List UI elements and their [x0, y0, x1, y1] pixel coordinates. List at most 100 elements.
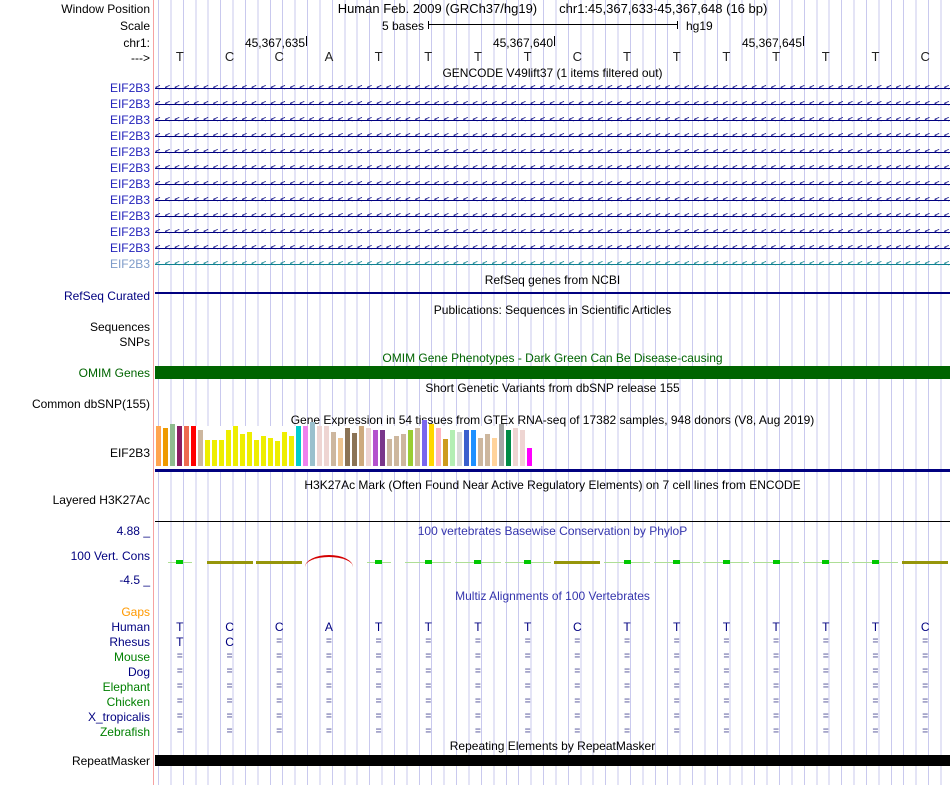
- gencode-transcript-label[interactable]: EIF2B3: [0, 161, 150, 175]
- gtex-bar[interactable]: [247, 432, 252, 466]
- gtex-bar[interactable]: [373, 430, 378, 466]
- sequences-track-label[interactable]: Sequences: [0, 320, 150, 334]
- gtex-bar[interactable]: [219, 440, 224, 466]
- gtex-bar[interactable]: [296, 426, 301, 466]
- gtex-bar[interactable]: [254, 440, 259, 466]
- gtex-bar[interactable]: [352, 433, 357, 466]
- repeatmasker-element-bar[interactable]: [155, 755, 950, 766]
- gtex-bar[interactable]: [331, 432, 336, 466]
- gtex-bar[interactable]: [324, 426, 329, 466]
- gencode-transcript-label[interactable]: EIF2B3: [0, 225, 150, 239]
- gtex-bar[interactable]: [429, 424, 434, 466]
- multiz-species-label[interactable]: Elephant: [0, 680, 150, 694]
- gtex-bar[interactable]: [226, 430, 231, 466]
- omim-gene-bar[interactable]: [155, 366, 950, 379]
- gtex-bar[interactable]: [436, 428, 441, 466]
- gencode-transcript-label[interactable]: EIF2B3: [0, 145, 150, 159]
- gtex-bar[interactable]: [282, 432, 287, 466]
- refseq-curated-label[interactable]: RefSeq Curated: [0, 289, 150, 303]
- multiz-species-label[interactable]: X_tropicalis: [0, 710, 150, 724]
- gtex-bar[interactable]: [422, 420, 427, 466]
- gtex-bar[interactable]: [303, 426, 308, 466]
- gtex-bar[interactable]: [492, 438, 497, 466]
- multiz-gaps-label[interactable]: Gaps: [0, 605, 150, 619]
- gtex-bar[interactable]: [527, 448, 532, 466]
- gtex-bar[interactable]: [457, 432, 462, 466]
- gencode-transcript[interactable]: <<<<<<<<<<<<<<<<<<<<<<<<<<<<<<<<<<<<<<<<…: [155, 242, 950, 254]
- gtex-bar[interactable]: [401, 434, 406, 466]
- gtex-bar[interactable]: [359, 426, 364, 466]
- gtex-bar[interactable]: [156, 426, 161, 466]
- multiz-species-label[interactable]: Mouse: [0, 650, 150, 664]
- gencode-transcript[interactable]: <<<<<<<<<<<<<<<<<<<<<<<<<<<<<<<<<<<<<<<<…: [155, 98, 950, 110]
- gtex-bar[interactable]: [478, 438, 483, 466]
- gencode-transcript[interactable]: <<<<<<<<<<<<<<<<<<<<<<<<<<<<<<<<<<<<<<<<…: [155, 178, 950, 190]
- gtex-bar[interactable]: [268, 438, 273, 466]
- gtex-bar[interactable]: [345, 428, 350, 466]
- gtex-bar[interactable]: [513, 428, 518, 466]
- common-dbsnp-label[interactable]: Common dbSNP(155): [0, 397, 150, 411]
- gtex-bar[interactable]: [499, 424, 504, 466]
- gtex-bar[interactable]: [317, 426, 322, 466]
- gencode-transcript[interactable]: <<<<<<<<<<<<<<<<<<<<<<<<<<<<<<<<<<<<<<<<…: [155, 82, 950, 94]
- repeatmasker-label[interactable]: RepeatMasker: [0, 754, 150, 768]
- gencode-transcript-label[interactable]: EIF2B3: [0, 97, 150, 111]
- gtex-gene-label[interactable]: EIF2B3: [0, 446, 150, 460]
- gtex-bar[interactable]: [261, 436, 266, 466]
- gtex-bar[interactable]: [450, 430, 455, 466]
- gtex-bar[interactable]: [485, 434, 490, 466]
- gtex-bar[interactable]: [338, 438, 343, 466]
- multiz-species-label[interactable]: Zebrafish: [0, 725, 150, 739]
- gtex-bar[interactable]: [394, 436, 399, 466]
- multiz-species-label[interactable]: Dog: [0, 665, 150, 679]
- multiz-species-label[interactable]: Human: [0, 620, 150, 634]
- gtex-bar[interactable]: [366, 428, 371, 466]
- gencode-transcript[interactable]: <<<<<<<<<<<<<<<<<<<<<<<<<<<<<<<<<<<<<<<<…: [155, 162, 950, 174]
- gtex-bar[interactable]: [198, 430, 203, 466]
- gtex-bar[interactable]: [177, 426, 182, 466]
- gencode-transcript[interactable]: <<<<<<<<<<<<<<<<<<<<<<<<<<<<<<<<<<<<<<<<…: [155, 226, 950, 238]
- refseq-curated-gene-line[interactable]: [155, 292, 950, 294]
- multiz-species-label[interactable]: Rhesus: [0, 635, 150, 649]
- gtex-gene-model-line[interactable]: [155, 469, 950, 472]
- gtex-bar[interactable]: [163, 428, 168, 466]
- gtex-bar[interactable]: [310, 422, 315, 466]
- strand-arrow-label[interactable]: --->: [0, 51, 150, 65]
- gencode-transcript[interactable]: <<<<<<<<<<<<<<<<<<<<<<<<<<<<<<<<<<<<<<<<…: [155, 146, 950, 158]
- gtex-bar[interactable]: [464, 430, 469, 466]
- gencode-transcript-label[interactable]: EIF2B3: [0, 113, 150, 127]
- layered-h3k27ac-label[interactable]: Layered H3K27Ac: [0, 493, 150, 507]
- gtex-bar[interactable]: [387, 439, 392, 466]
- gtex-bar[interactable]: [289, 436, 294, 466]
- gtex-bar[interactable]: [506, 430, 511, 466]
- gencode-transcript[interactable]: <<<<<<<<<<<<<<<<<<<<<<<<<<<<<<<<<<<<<<<<…: [155, 194, 950, 206]
- gtex-bar[interactable]: [233, 426, 238, 466]
- gtex-bar[interactable]: [443, 439, 448, 466]
- gencode-transcript[interactable]: <<<<<<<<<<<<<<<<<<<<<<<<<<<<<<<<<<<<<<<<…: [155, 258, 950, 270]
- gtex-bar[interactable]: [520, 430, 525, 466]
- gencode-transcript-label[interactable]: EIF2B3: [0, 209, 150, 223]
- gencode-transcript-label[interactable]: EIF2B3: [0, 177, 150, 191]
- gencode-transcript[interactable]: <<<<<<<<<<<<<<<<<<<<<<<<<<<<<<<<<<<<<<<<…: [155, 114, 950, 126]
- gtex-bar[interactable]: [191, 426, 196, 466]
- gtex-bar[interactable]: [184, 426, 189, 466]
- gencode-transcript[interactable]: <<<<<<<<<<<<<<<<<<<<<<<<<<<<<<<<<<<<<<<<…: [155, 130, 950, 142]
- gtex-bar[interactable]: [170, 424, 175, 466]
- gtex-bar[interactable]: [212, 440, 217, 466]
- gtex-bar[interactable]: [471, 430, 476, 466]
- gtex-expression-bars[interactable]: [155, 423, 950, 469]
- gencode-transcript-label[interactable]: EIF2B3: [0, 193, 150, 207]
- gencode-transcript-label[interactable]: EIF2B3: [0, 241, 150, 255]
- gtex-bar[interactable]: [415, 428, 420, 466]
- gencode-transcript-label[interactable]: EIF2B3: [0, 81, 150, 95]
- gtex-bar[interactable]: [240, 434, 245, 466]
- gtex-bar[interactable]: [205, 440, 210, 466]
- gtex-bar[interactable]: [380, 430, 385, 466]
- snps-track-label[interactable]: SNPs: [0, 335, 150, 349]
- gtex-bar[interactable]: [408, 430, 413, 466]
- gencode-transcript[interactable]: <<<<<<<<<<<<<<<<<<<<<<<<<<<<<<<<<<<<<<<<…: [155, 210, 950, 222]
- multiz-species-label[interactable]: Chicken: [0, 695, 150, 709]
- gtex-bar[interactable]: [275, 441, 280, 466]
- vert-cons-label[interactable]: 100 Vert. Cons: [0, 549, 150, 563]
- gencode-transcript-label[interactable]: EIF2B3: [0, 257, 150, 271]
